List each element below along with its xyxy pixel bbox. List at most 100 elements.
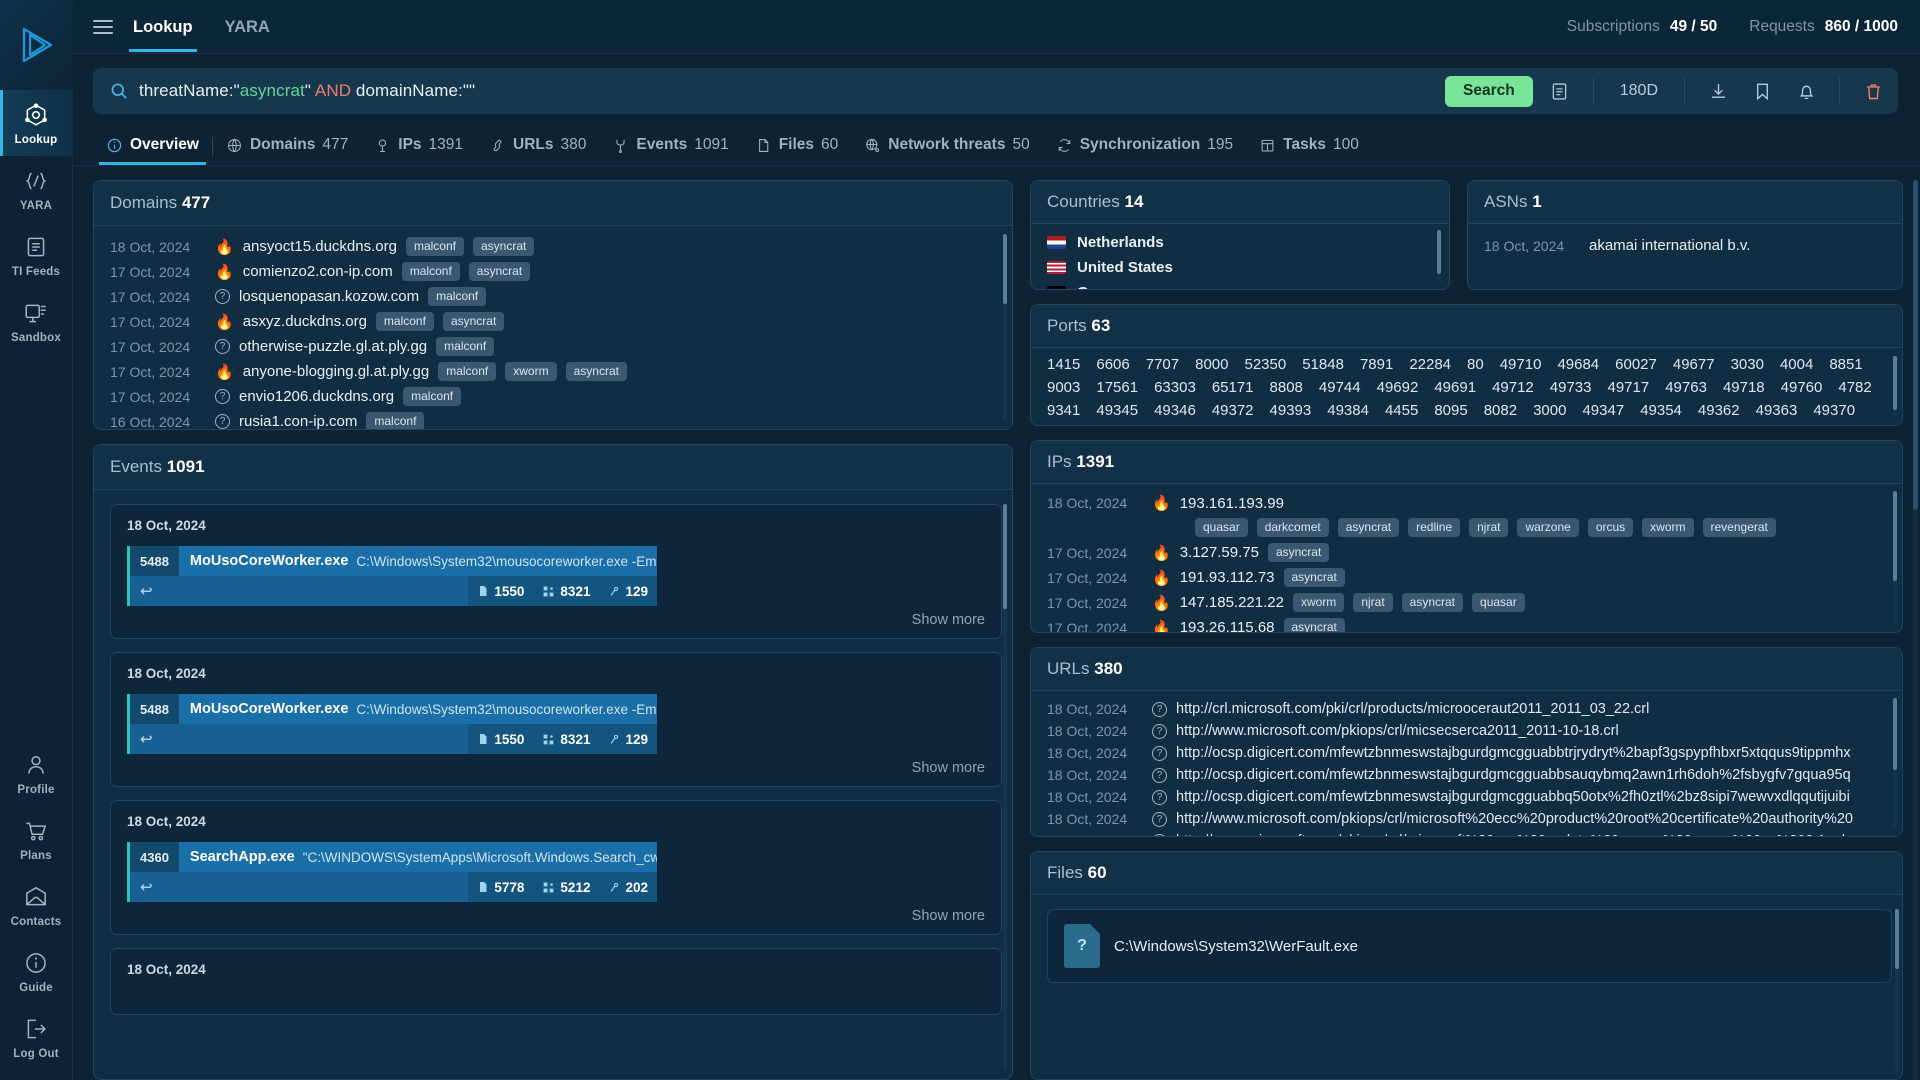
port-value[interactable]: 17561 (1096, 379, 1138, 396)
port-value[interactable]: 7891 (1360, 356, 1393, 373)
threat-tag[interactable]: asyncrat (1284, 618, 1345, 632)
port-value[interactable]: 9341 (1047, 402, 1080, 419)
show-more-button[interactable]: Show more (127, 606, 985, 628)
tab-urls[interactable]: URLs 380 (476, 128, 599, 165)
sidebar-item-yara[interactable]: YARA (0, 156, 73, 222)
port-value[interactable]: 49372 (1212, 402, 1254, 419)
tab-domains[interactable]: Domains 477 (213, 128, 361, 165)
port-value[interactable]: 49684 (1557, 356, 1599, 373)
ip-address[interactable]: 193.26.115.68 (1180, 619, 1275, 632)
domain-name[interactable]: losquenopasan.kozow.com (239, 288, 419, 305)
ips-scrollbar[interactable] (1893, 491, 1897, 624)
domain-row[interactable]: 17 Oct, 2024🔥comienzo2.con-ip.commalconf… (110, 259, 1006, 284)
sidebar-item-profile[interactable]: Profile (0, 740, 73, 806)
port-value[interactable]: 49354 (1640, 402, 1682, 419)
threat-tag[interactable]: quasar (1472, 593, 1525, 612)
threat-tag[interactable]: asyncrat (443, 312, 504, 331)
port-value[interactable]: 51848 (1302, 356, 1344, 373)
process-block[interactable]: 4360 SearchApp.exe "C:\WINDOWS\SystemApp… (127, 842, 657, 902)
domain-row[interactable]: 17 Oct, 2024?otherwise-puzzle.gl.at.ply.… (110, 334, 1006, 359)
country-row[interactable]: United States (1047, 255, 1443, 280)
ip-address[interactable]: 147.185.221.22 (1180, 594, 1284, 611)
event-card[interactable]: 18 Oct, 2024 5488 MoUsoCoreWorker.exe C:… (110, 504, 1002, 639)
port-value[interactable]: 49744 (1319, 379, 1361, 396)
event-card[interactable]: 18 Oct, 2024 4360 SearchApp.exe "C:\WIND… (110, 800, 1002, 935)
port-value[interactable]: 49733 (1550, 379, 1592, 396)
bookmark-button[interactable] (1745, 74, 1779, 108)
threat-tag[interactable]: asyncrat (473, 237, 534, 256)
page-scrollbar[interactable] (1913, 180, 1918, 1080)
url-text[interactable]: http://www.microsoft.com/pkiops/crl/mics… (1176, 723, 1619, 739)
url-text[interactable]: http://ocsp.digicert.com/mfewtzbnmeswsta… (1176, 789, 1850, 805)
port-value[interactable]: 3030 (1731, 356, 1764, 373)
threat-tag[interactable]: warzone (1517, 518, 1578, 537)
threat-tag[interactable]: malconf (403, 387, 461, 406)
url-text[interactable]: http://www.microsoft.com/pkiops/crl/micr… (1176, 833, 1845, 836)
threat-tag[interactable]: malconf (402, 262, 460, 281)
port-value[interactable]: 49710 (1500, 356, 1542, 373)
threat-tag[interactable]: revengerat (1703, 518, 1776, 537)
threat-tag[interactable]: malconf (376, 312, 434, 331)
domain-name[interactable]: rusia1.con-ip.com (239, 413, 357, 429)
file-card[interactable]: ? C:\Windows\System32\WerFault.exe (1047, 909, 1892, 983)
ip-row[interactable]: 17 Oct, 2024🔥191.93.112.73asyncrat (1047, 565, 1896, 590)
ports-scrollbar[interactable] (1893, 356, 1897, 417)
sidebar-item-ti-feeds[interactable]: TI Feeds (0, 222, 73, 288)
port-value[interactable]: 49691 (1434, 379, 1476, 396)
url-text[interactable]: http://www.microsoft.com/pkiops/crl/micr… (1176, 811, 1853, 827)
port-value[interactable]: 60027 (1615, 356, 1657, 373)
url-row[interactable]: 18 Oct, 2024?http://ocsp.digicert.com/mf… (1047, 742, 1896, 764)
port-value[interactable]: 6606 (1096, 356, 1129, 373)
threat-tag[interactable]: xworm (505, 362, 556, 381)
threat-tag[interactable]: asyncrat (1268, 543, 1329, 562)
port-value[interactable]: 49692 (1377, 379, 1419, 396)
port-value[interactable]: 49346 (1154, 402, 1196, 419)
port-value[interactable]: 7707 (1146, 356, 1179, 373)
port-value[interactable]: 49347 (1582, 402, 1624, 419)
port-value[interactable]: 8851 (1829, 356, 1862, 373)
domain-row[interactable]: 18 Oct, 2024🔥ansyoct15.duckdns.orgmalcon… (110, 234, 1006, 259)
url-row[interactable]: 18 Oct, 2024?http://ocsp.digicert.com/mf… (1047, 786, 1896, 808)
port-value[interactable]: 49763 (1665, 379, 1707, 396)
port-value[interactable]: 49363 (1756, 402, 1798, 419)
threat-tag[interactable]: malconf (436, 337, 494, 356)
threat-tag[interactable]: xworm (1293, 593, 1344, 612)
ip-address[interactable]: 191.93.112.73 (1180, 569, 1275, 586)
port-value[interactable]: 3000 (1533, 402, 1566, 419)
show-more-button[interactable]: Show more (127, 902, 985, 924)
threat-tag[interactable]: darkcomet (1257, 518, 1329, 537)
port-value[interactable]: 49717 (1608, 379, 1650, 396)
port-value[interactable]: 8082 (1484, 402, 1517, 419)
countries-scrollbar[interactable] (1437, 230, 1441, 281)
threat-tag[interactable]: xworm (1642, 518, 1693, 537)
threat-tag[interactable]: malconf (438, 362, 496, 381)
port-value[interactable]: 49384 (1327, 402, 1369, 419)
threat-tag[interactable]: redline (1408, 518, 1460, 537)
url-row[interactable]: 18 Oct, 2024?http://www.microsoft.com/pk… (1047, 720, 1896, 742)
url-row[interactable]: 18 Oct, 2024?http://ocsp.digicert.com/mf… (1047, 764, 1896, 786)
port-value[interactable]: 4004 (1780, 356, 1813, 373)
ip-address[interactable]: 3.127.59.75 (1180, 544, 1259, 561)
port-value[interactable]: 52350 (1245, 356, 1287, 373)
url-row[interactable]: 18 Oct, 2024?http://crl.microsoft.com/pk… (1047, 698, 1896, 720)
threat-tag[interactable]: asyncrat (566, 362, 627, 381)
tab-ips[interactable]: IPs 1391 (361, 128, 476, 165)
ip-row[interactable]: 17 Oct, 2024🔥193.26.115.68asyncrat (1047, 615, 1896, 632)
domain-row[interactable]: 17 Oct, 2024?envio1206.duckdns.orgmalcon… (110, 384, 1006, 409)
notifications-button[interactable] (1789, 74, 1823, 108)
threat-tag[interactable]: njrat (1469, 518, 1508, 537)
ip-row[interactable]: 18 Oct, 2024🔥193.161.193.99 (1047, 491, 1896, 515)
tab-files[interactable]: Files 60 (742, 128, 852, 165)
tab-events[interactable]: Events 1091 (599, 128, 741, 165)
domains-scrollbar[interactable] (1003, 234, 1007, 421)
country-row[interactable]: Netherlands (1047, 230, 1443, 255)
sidebar-item-sandbox[interactable]: Sandbox (0, 288, 73, 354)
port-value[interactable]: 22284 (1409, 356, 1451, 373)
threat-tag[interactable]: malconf (406, 237, 464, 256)
show-more-button[interactable]: Show more (127, 754, 985, 776)
asn-row[interactable]: 18 Oct, 2024 akamai international b.v. (1484, 234, 1896, 257)
threat-tag[interactable]: orcus (1588, 518, 1633, 537)
process-block[interactable]: 5488 MoUsoCoreWorker.exe C:\Windows\Syst… (127, 546, 657, 606)
domain-name[interactable]: otherwise-puzzle.gl.at.ply.gg (239, 338, 427, 355)
port-value[interactable]: 4782 (1838, 379, 1871, 396)
